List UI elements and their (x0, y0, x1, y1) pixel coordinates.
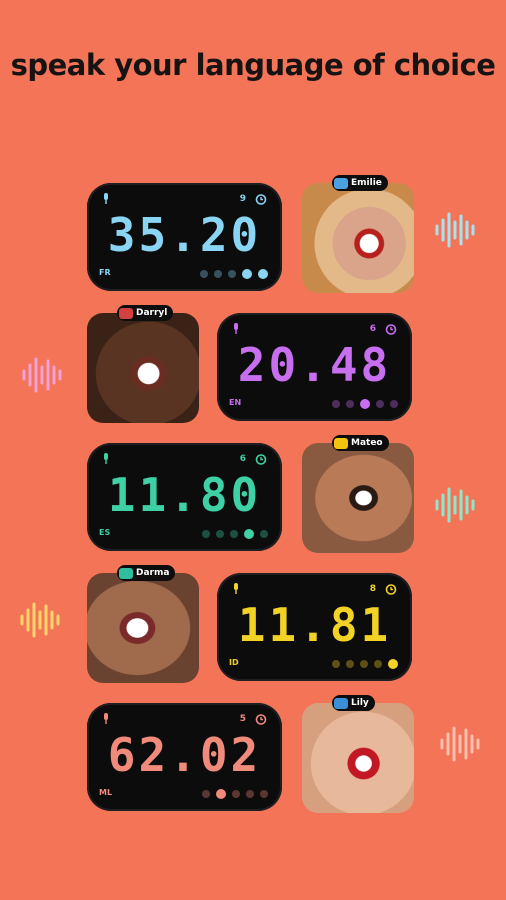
counter-display-ml[interactable]: 5 62.02 ML (87, 703, 282, 811)
mode-icons (332, 659, 398, 669)
flag-icon (119, 307, 133, 319)
counter-digits: 35.20 (107, 208, 262, 262)
mic-icon (104, 193, 108, 204)
language-code: ML (99, 788, 113, 797)
mic-icon (104, 713, 108, 724)
language-code: ES (99, 528, 111, 537)
mode-icons (202, 529, 268, 539)
speaker-photo-darryl: Darryl (87, 305, 199, 423)
flag-icon (334, 177, 348, 189)
clock-icon (385, 584, 397, 595)
sound-wave-icon (435, 212, 475, 248)
counter-digits: 62.02 (107, 728, 262, 782)
counter-display-es[interactable]: 6 11.80 ES (87, 443, 282, 551)
mode-icons (332, 399, 398, 409)
language-code: ID (229, 658, 239, 667)
speaker-tag: Darma (117, 565, 176, 581)
counter-display-fr[interactable]: 9 35.20 FR (87, 183, 282, 291)
counter-digits: 11.80 (107, 468, 262, 522)
mic-icon (104, 453, 108, 464)
count-label: 8 (369, 584, 376, 594)
count-label: 9 (239, 194, 246, 204)
count-label: 6 (239, 454, 246, 464)
flag-icon (334, 697, 348, 709)
speaker-tag: Mateo (332, 435, 389, 451)
language-code: EN (229, 398, 242, 407)
sound-wave-icon (22, 357, 62, 393)
flag-icon (334, 437, 348, 449)
mic-icon (234, 323, 238, 334)
clock-icon (255, 714, 267, 725)
mode-icons (202, 789, 268, 799)
mode-icons (200, 269, 268, 279)
clock-icon (385, 324, 397, 335)
language-code: FR (99, 268, 111, 277)
mic-icon (234, 583, 238, 594)
clock-icon (255, 454, 267, 465)
counter-display-id[interactable]: 8 11.81 ID (217, 573, 412, 681)
flag-icon (119, 567, 133, 579)
speaker-photo-mateo: Mateo (302, 435, 414, 553)
speaker-photo-emilie: Emilie (302, 175, 414, 293)
sound-wave-icon (20, 602, 60, 638)
counter-display-en[interactable]: 6 20.48 EN (217, 313, 412, 421)
speaker-tag: Darryl (117, 305, 174, 321)
counter-digits: 20.48 (237, 338, 392, 392)
count-label: 5 (239, 714, 246, 724)
count-label: 6 (369, 324, 376, 334)
speaker-photo-lily: Lily (302, 695, 414, 813)
speaker-photo-darma: Darma (87, 565, 199, 683)
headline: speak your language of choice (10, 48, 496, 82)
clock-icon (255, 194, 267, 205)
speaker-tag: Emilie (332, 175, 388, 191)
counter-digits: 11.81 (237, 598, 392, 652)
sound-wave-icon (435, 487, 475, 523)
sound-wave-icon (440, 726, 480, 762)
speaker-tag: Lily (332, 695, 375, 711)
